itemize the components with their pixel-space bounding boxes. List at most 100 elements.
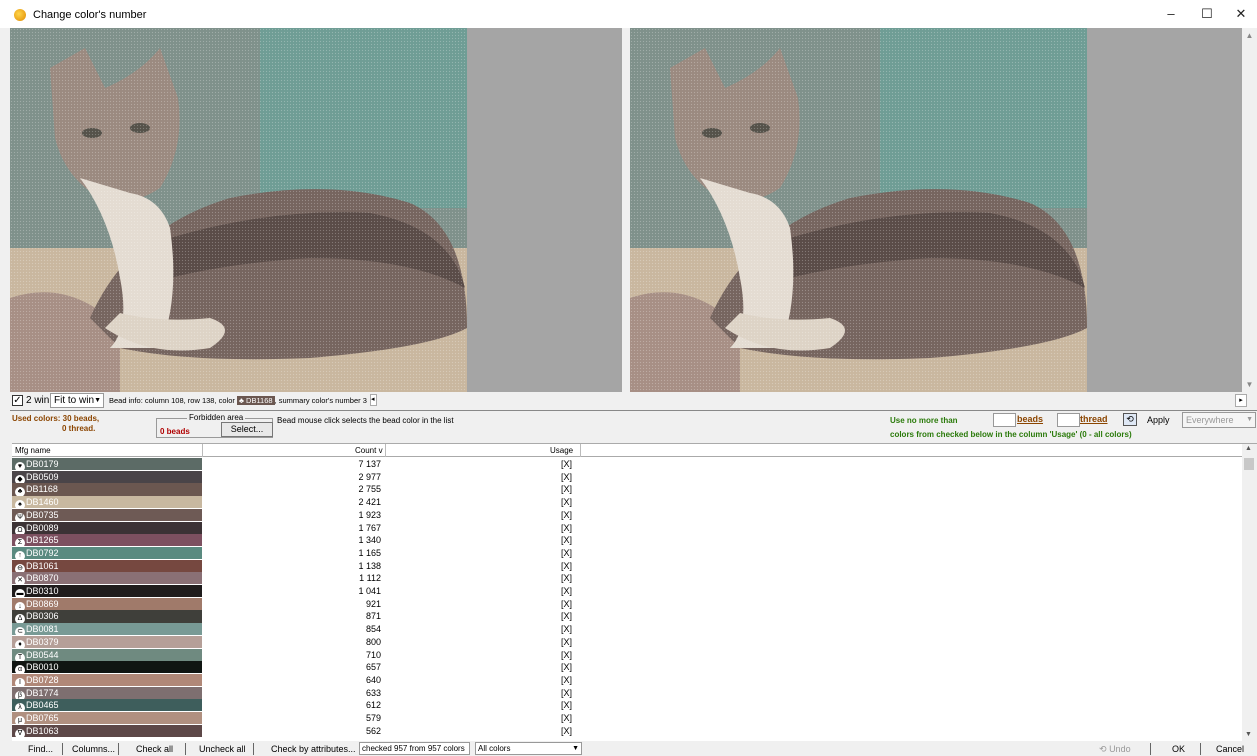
thread-limit-input[interactable] xyxy=(1057,413,1080,427)
usage-checkbox[interactable]: [X] xyxy=(385,674,580,686)
color-swatch[interactable]: μ DB0765 xyxy=(12,712,202,725)
usage-checkbox[interactable]: [X] xyxy=(385,687,580,699)
cancel-button[interactable]: Cancel xyxy=(1216,744,1244,754)
maximize-button[interactable]: ☐ xyxy=(1192,5,1222,23)
column-header-count[interactable]: Count v xyxy=(355,446,383,455)
usage-checkbox[interactable]: [X] xyxy=(385,661,580,673)
color-swatch[interactable]: ◆ DB0509 xyxy=(12,470,202,483)
table-row[interactable]: ◆ DB0509 2 977 [X] xyxy=(12,470,1242,484)
color-swatch[interactable]: ⊂ DB0081 xyxy=(12,623,202,636)
color-swatch[interactable]: Ω DB0089 xyxy=(12,521,202,534)
usage-checkbox[interactable]: [X] xyxy=(385,572,580,584)
color-filter-select[interactable]: All colors ▼ xyxy=(475,742,582,755)
beads-limit-input[interactable] xyxy=(993,413,1016,427)
table-row[interactable]: Δ DB0306 871 [X] xyxy=(12,610,1242,623)
table-row[interactable]: λ DB0465 612 [X] xyxy=(12,699,1242,712)
color-swatch[interactable]: ▬ DB0310 xyxy=(12,585,202,598)
column-separator[interactable] xyxy=(580,444,581,457)
color-swatch[interactable]: Ψ DB0735 xyxy=(12,508,202,521)
usage-checkbox[interactable]: [X] xyxy=(385,585,580,597)
table-row[interactable]: ⊖ DB1061 1 138 [X] xyxy=(12,559,1242,573)
table-row[interactable]: ▬ DB0310 1 041 [X] xyxy=(12,585,1242,598)
usage-checkbox[interactable]: [X] xyxy=(385,712,580,724)
scrollbar-thumb[interactable] xyxy=(1244,458,1254,470)
scroll-up-icon[interactable]: ▲ xyxy=(1245,31,1254,40)
color-swatch[interactable]: λ DB0465 xyxy=(12,699,202,712)
find-button[interactable]: Find... xyxy=(28,744,53,754)
table-row[interactable]: ♠ DB1460 2 421 [X] xyxy=(12,496,1242,509)
color-swatch[interactable]: I DB0728 xyxy=(12,673,202,687)
uncheck-all-button[interactable]: Uncheck all xyxy=(199,744,246,754)
two-win-checkbox[interactable]: ✓ xyxy=(12,395,23,406)
color-swatch[interactable]: ⊖ DB1061 xyxy=(12,559,202,572)
table-row[interactable]: ⊂ DB0081 854 [X] xyxy=(12,623,1242,636)
check-all-button[interactable]: Check all xyxy=(136,744,173,754)
undo-button[interactable]: ⟲ Undo xyxy=(1099,744,1131,755)
color-swatch[interactable]: ♠ DB1460 xyxy=(12,496,202,509)
usage-checkbox[interactable]: [X] xyxy=(385,458,580,470)
thread-link[interactable]: thread xyxy=(1080,414,1108,424)
original-image-pane[interactable] xyxy=(10,28,622,392)
usage-checkbox[interactable]: [X] xyxy=(385,534,580,546)
column-separator[interactable] xyxy=(202,444,203,457)
color-swatch[interactable]: α DB0010 xyxy=(12,661,202,674)
scroll-up-icon[interactable]: ▲ xyxy=(1245,445,1252,452)
image-vertical-scrollbar[interactable]: ▲ ▼ xyxy=(1242,28,1257,392)
usage-checkbox[interactable]: [X] xyxy=(385,560,580,572)
color-swatch[interactable]: T DB0544 xyxy=(12,648,202,661)
column-separator[interactable] xyxy=(385,444,386,457)
usage-checkbox[interactable]: [X] xyxy=(385,471,580,483)
usage-checkbox[interactable]: [X] xyxy=(385,598,580,610)
pane-splitter[interactable] xyxy=(622,28,630,392)
table-row[interactable]: ♣ DB1168 2 755 [X] xyxy=(12,483,1242,496)
beads-link[interactable]: beads xyxy=(1017,414,1043,424)
table-row[interactable]: ∇ DB1063 562 [X] xyxy=(12,724,1242,738)
color-swatch[interactable]: ♥ DB0179 xyxy=(12,458,202,471)
usage-checkbox[interactable]: [X] xyxy=(385,610,580,622)
usage-checkbox[interactable]: [X] xyxy=(385,623,580,635)
table-vertical-scrollbar[interactable]: ▲ ▼ xyxy=(1242,444,1257,741)
table-row[interactable]: Σ DB1265 1 340 [X] xyxy=(12,534,1242,547)
table-row[interactable]: ♥ DB0179 7 137 [X] xyxy=(12,458,1242,471)
minimize-button[interactable]: – xyxy=(1156,5,1186,23)
usage-checkbox[interactable]: [X] xyxy=(385,483,580,495)
usage-checkbox[interactable]: [X] xyxy=(385,496,580,508)
usage-checkbox[interactable]: [X] xyxy=(385,649,580,661)
info-scroll-left-icon[interactable]: ◂ xyxy=(370,394,377,406)
fit-select[interactable]: Fit to win ▼ xyxy=(50,393,104,408)
scroll-down-icon[interactable]: ▼ xyxy=(1245,380,1254,389)
table-row[interactable]: Ψ DB0735 1 923 [X] xyxy=(12,508,1242,522)
scroll-right-icon[interactable]: ▸ xyxy=(1235,394,1247,407)
close-button[interactable]: ✕ xyxy=(1226,5,1256,23)
apply-icon[interactable]: ⟲ xyxy=(1123,413,1137,426)
apply-button[interactable]: Apply xyxy=(1147,415,1170,425)
color-swatch[interactable]: ✕ DB0870 xyxy=(12,572,202,585)
table-row[interactable]: α DB0010 657 [X] xyxy=(12,661,1242,674)
color-swatch[interactable]: ↓ DB0869 xyxy=(12,597,202,610)
table-row[interactable]: μ DB0765 579 [X] xyxy=(12,712,1242,725)
table-row[interactable]: ↓ DB0869 921 [X] xyxy=(12,597,1242,611)
color-swatch[interactable]: β DB1774 xyxy=(12,686,202,699)
color-swatch[interactable]: ♣ DB1168 xyxy=(12,483,202,496)
color-swatch[interactable]: ↑ DB0792 xyxy=(12,546,202,560)
table-row[interactable]: ✕ DB0870 1 112 [X] xyxy=(12,572,1242,585)
table-row[interactable]: ↑ DB0792 1 165 [X] xyxy=(12,546,1242,560)
select-button[interactable]: Select... xyxy=(221,422,273,437)
scroll-down-icon[interactable]: ▼ xyxy=(1245,731,1252,738)
table-row[interactable]: T DB0544 710 [X] xyxy=(12,648,1242,662)
column-header-mfg-name[interactable]: Mfg name xyxy=(15,446,51,455)
color-swatch[interactable]: Δ DB0306 xyxy=(12,610,202,623)
result-image-pane[interactable] xyxy=(630,28,1242,392)
color-swatch[interactable]: ♦ DB0379 xyxy=(12,635,202,648)
columns-button[interactable]: Columns... xyxy=(72,744,115,754)
table-row[interactable]: ♦ DB0379 800 [X] xyxy=(12,635,1242,649)
ok-button[interactable]: OK xyxy=(1172,744,1185,754)
usage-checkbox[interactable]: [X] xyxy=(385,636,580,648)
table-row[interactable]: I DB0728 640 [X] xyxy=(12,673,1242,687)
check-by-attributes-button[interactable]: Check by attributes... xyxy=(271,744,356,754)
usage-checkbox[interactable]: [X] xyxy=(385,699,580,711)
color-swatch[interactable]: ∇ DB1063 xyxy=(12,724,202,737)
color-swatch[interactable]: Σ DB1265 xyxy=(12,534,202,547)
table-row[interactable]: β DB1774 633 [X] xyxy=(12,686,1242,700)
usage-checkbox[interactable]: [X] xyxy=(385,522,580,534)
